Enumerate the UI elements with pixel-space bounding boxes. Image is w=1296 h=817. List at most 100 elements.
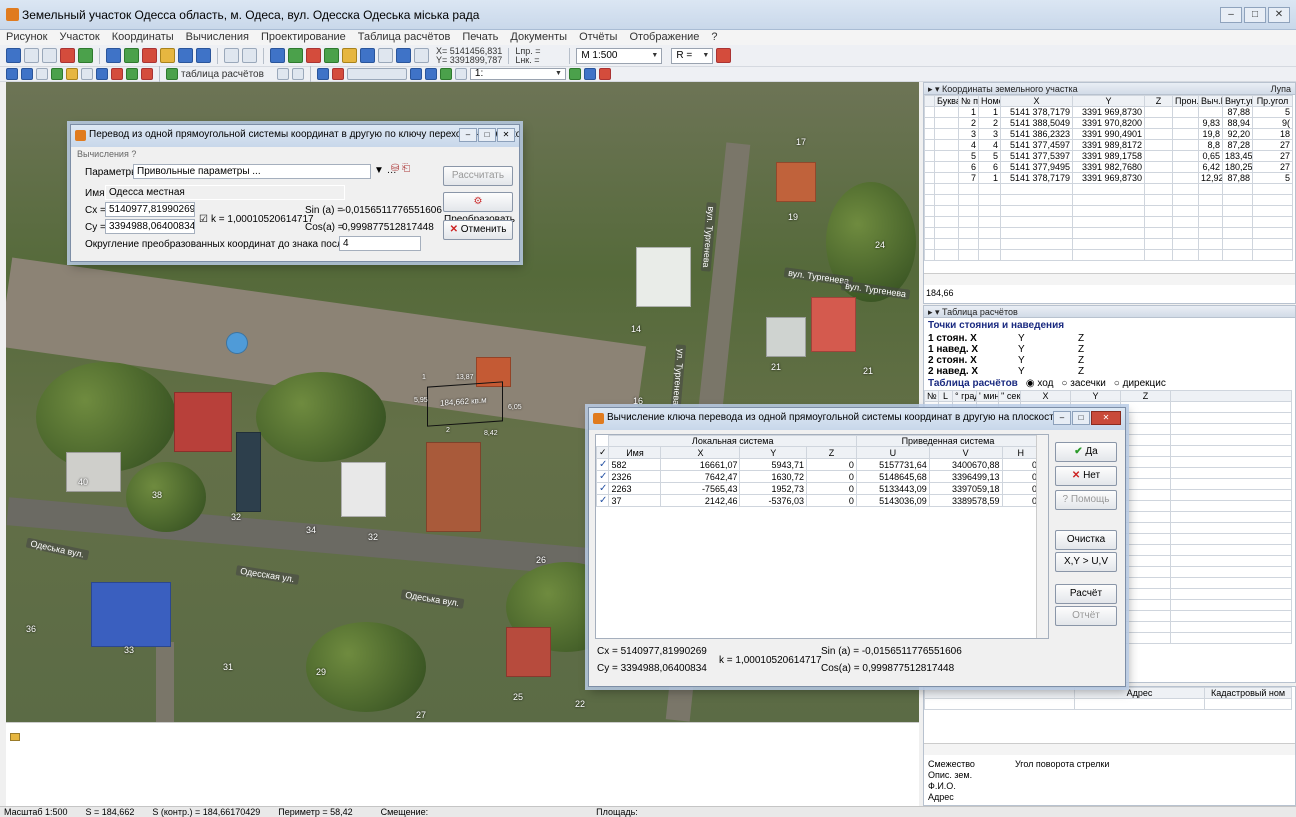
table-cell[interactable] (1120, 588, 1171, 600)
table-cell[interactable] (1222, 249, 1253, 261)
table-row[interactable]: 7 1 5141 378,7179 3391 969,8730 12,92 87,88 5 (924, 172, 1293, 184)
table-cell[interactable] (924, 117, 935, 129)
table-cell[interactable] (924, 194, 935, 206)
table-cell[interactable]: 0 (1001, 494, 1040, 507)
table-cell[interactable] (1252, 194, 1293, 206)
swap-button[interactable]: X,Y > U,V (1055, 552, 1117, 572)
table-cell[interactable]: 6 (958, 161, 979, 173)
table-cell[interactable] (1000, 216, 1073, 228)
table-cell[interactable]: 87,88 (1222, 172, 1253, 184)
table-cell[interactable]: 3391 989,8172 (1072, 139, 1145, 151)
points-grid[interactable]: Локальная система Приведенная система ✓ … (595, 434, 1049, 639)
table-cell[interactable] (1000, 194, 1073, 206)
table-cell[interactable] (1072, 227, 1145, 239)
table-cell[interactable] (1120, 445, 1171, 457)
table-cell[interactable] (924, 161, 935, 173)
table-cell[interactable] (1172, 238, 1199, 250)
table-cell[interactable] (958, 238, 979, 250)
table-cell[interactable] (1072, 249, 1145, 261)
table-row[interactable]: ✓ 2326 7642,47 1630,72 0 5148645,68 3396499,13… (595, 470, 1040, 483)
table-cell[interactable]: 3391 969,8730 (1072, 106, 1145, 118)
table-cell[interactable] (1144, 161, 1173, 173)
table-cell[interactable] (1222, 205, 1253, 217)
window-icon[interactable] (414, 48, 429, 63)
grid-icon[interactable] (106, 48, 121, 63)
calculate-button[interactable]: Рассчитать (443, 166, 513, 186)
table-row[interactable] (924, 216, 1293, 228)
table-cell[interactable] (1170, 577, 1292, 589)
parcel-outline[interactable]: 184,662 кв.м (427, 381, 503, 427)
table-row[interactable]: 5 5 5141 377,5397 3391 989,1758 0,65 183,45 27 (924, 150, 1293, 162)
table-cell[interactable]: ✓ (595, 482, 610, 495)
pin-icon[interactable] (276, 68, 289, 80)
col-header[interactable]: № п/п (958, 95, 979, 107)
table-cell[interactable] (1120, 489, 1171, 501)
table-cell[interactable] (1170, 533, 1292, 545)
table-cell[interactable]: 3391 970,8200 (1072, 117, 1145, 129)
table-cell[interactable]: 3 (958, 128, 979, 140)
table-cell[interactable] (1170, 489, 1292, 501)
table-row[interactable]: ✓ 2263 -7565,43 1952,73 0 5133443,09 3397059,1… (595, 482, 1040, 495)
col-header[interactable]: X (1020, 390, 1071, 402)
table-cell[interactable]: ✓ (595, 470, 610, 483)
table-row[interactable]: 1 1 5141 378,7179 3391 969,8730 87,88 5 (924, 106, 1293, 118)
table-cell[interactable] (978, 183, 1001, 195)
table-cell[interactable] (958, 216, 979, 228)
table-row[interactable]: 4 4 5141 377,4597 3391 989,8172 8,8 87,28 27 (924, 139, 1293, 151)
flag-icon[interactable] (141, 68, 153, 80)
menu-item-display[interactable]: Отображение (629, 30, 699, 45)
menu-item-print[interactable]: Печать (462, 30, 498, 45)
table-cell[interactable] (1144, 172, 1173, 184)
table-cell[interactable] (958, 249, 979, 261)
line-tool-icon[interactable] (24, 48, 39, 63)
table-cell[interactable] (924, 216, 935, 228)
table-cell[interactable] (1144, 106, 1173, 118)
minimize-icon[interactable]: – (1220, 7, 1242, 23)
table-cell[interactable]: 0 (1001, 470, 1040, 483)
col-header[interactable]: Z (1120, 390, 1171, 402)
map-tool-icon[interactable] (78, 48, 93, 63)
table-cell[interactable]: 3391 982,7680 (1072, 161, 1145, 173)
help-button[interactable]: ? Помощь (1055, 490, 1117, 510)
table-cell[interactable] (1120, 412, 1171, 424)
table-cell[interactable] (1172, 117, 1199, 129)
table-cell[interactable]: 1 (978, 106, 1001, 118)
calculate-button[interactable]: Расчёт (1055, 584, 1117, 604)
layers-icon[interactable] (124, 48, 139, 63)
table-row[interactable]: 6 6 5141 377,9495 3391 982,7680 6,42 180,25 27 (924, 161, 1293, 173)
table-cell[interactable] (1198, 227, 1223, 239)
menu-item-parcel[interactable]: Участок (60, 30, 100, 45)
table-cell[interactable] (1120, 599, 1171, 611)
minimize-icon[interactable]: – (1053, 411, 1071, 425)
table-cell[interactable] (1120, 401, 1171, 413)
table-row[interactable] (924, 698, 1292, 710)
table-cell[interactable]: 5 (958, 150, 979, 162)
table-cell[interactable] (1144, 183, 1173, 195)
col-header[interactable]: Буква (934, 95, 959, 107)
table-cell[interactable]: 18 (1252, 128, 1293, 140)
table-cell[interactable]: 2263 (608, 482, 662, 495)
yes-button[interactable]: ✔ Да (1055, 442, 1117, 462)
table-cell[interactable]: 9( (1252, 117, 1293, 129)
col-header[interactable]: V (928, 446, 1003, 459)
table-cell[interactable] (1120, 456, 1171, 468)
table-cell[interactable] (1144, 128, 1173, 140)
table-cell[interactable] (1000, 205, 1073, 217)
point-icon[interactable] (142, 48, 157, 63)
coords-table[interactable]: Буква № п/п Номер X Y Z Прон.L Выч.L Вну… (924, 95, 1293, 261)
col-header[interactable]: Y (1072, 95, 1145, 107)
table-cell[interactable] (958, 194, 979, 206)
col-header[interactable]: Прон.L (1172, 95, 1199, 107)
table-cell[interactable] (1000, 183, 1073, 195)
table-cell[interactable] (1120, 632, 1171, 644)
clear-button[interactable]: Очистка (1055, 530, 1117, 550)
table-cell[interactable] (1170, 401, 1292, 413)
col-header[interactable]: U (855, 446, 930, 459)
table-cell[interactable]: 5943,71 (739, 458, 807, 471)
col-header[interactable] (924, 687, 1075, 699)
table-cell[interactable] (1120, 467, 1171, 479)
table-cell[interactable] (1172, 161, 1199, 173)
table-cell[interactable] (1170, 412, 1292, 424)
table-cell[interactable]: 16661,07 (660, 458, 741, 471)
table-cell[interactable] (958, 183, 979, 195)
